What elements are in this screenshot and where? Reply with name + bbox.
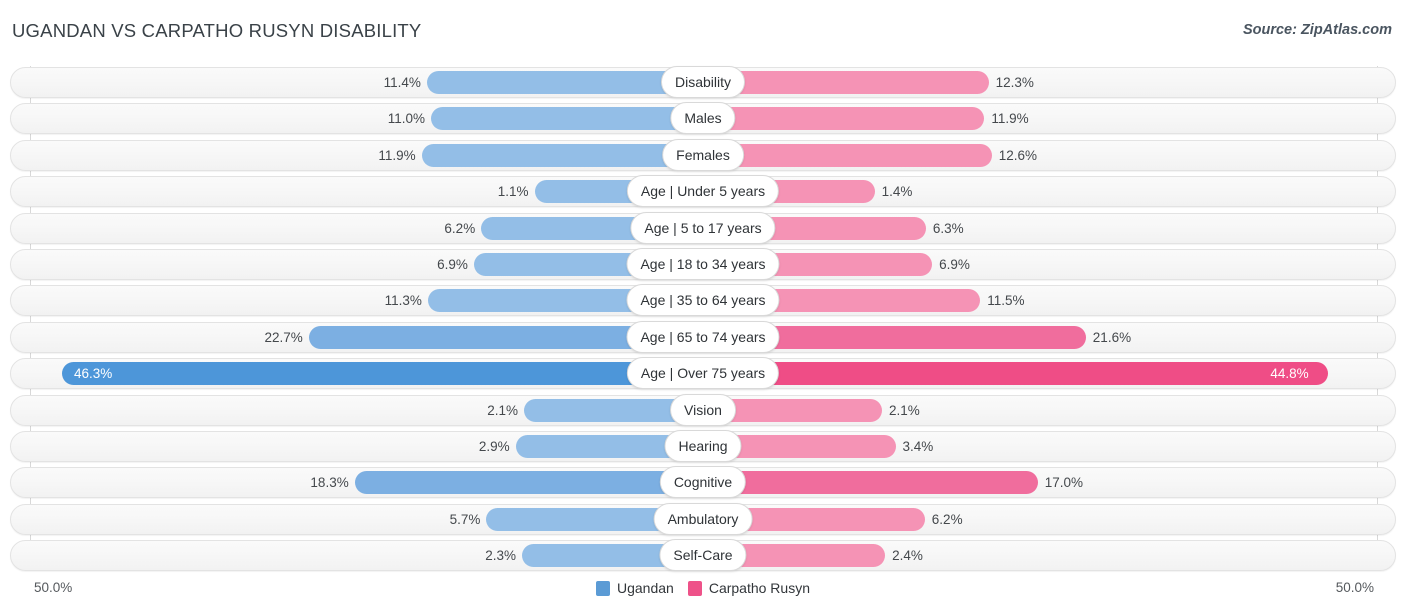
value-label-carpatho-rusyn: 1.4% (881, 184, 913, 200)
row-category-label: Disability (660, 66, 746, 98)
page-title: UGANDAN VS CARPATHO RUSYN DISABILITY (12, 20, 422, 41)
value-label-carpatho-rusyn: 44.8% (1270, 366, 1309, 382)
value-label-ugandan: 6.2% (444, 220, 476, 236)
value-label-ugandan: 2.3% (485, 548, 516, 564)
source-attribution: Source: ZipAtlas.com (1242, 22, 1392, 38)
chart-legend: Ugandan Carpatho Rusyn (0, 580, 1406, 596)
chart-row: 18.3% 17.0% Cognitive (0, 466, 1406, 502)
chart-row: 22.7% 21.6% Age | 65 to 74 years (0, 320, 1406, 357)
bar-carpatho-rusyn (703, 143, 992, 167)
chart-rows: 11.4% 12.3% Disability 11.0% 11.9% Males 11.9%… (0, 66, 1406, 575)
value-label-ugandan: 11.9% (378, 147, 416, 163)
value-label-carpatho-rusyn: 6.3% (932, 220, 964, 236)
row-category-label: Age | 18 to 34 years (626, 247, 780, 280)
row-category-label: Vision (670, 393, 736, 426)
row-category-label: Age | 35 to 64 years (626, 284, 780, 317)
legend-item[interactable]: Carpatho Rusyn (687, 580, 810, 596)
bar-ugandan (62, 362, 703, 386)
value-label-carpatho-rusyn: 6.2% (931, 511, 963, 527)
value-label-carpatho-rusyn: 17.0% (1044, 475, 1083, 491)
chart-row: 2.3% 2.4% Self-Care (0, 539, 1406, 575)
chart-row: 11.3% 11.5% Age | 35 to 64 years (0, 284, 1406, 320)
value-label-ugandan: 1.1% (497, 184, 529, 200)
bar-carpatho-rusyn (703, 471, 1038, 495)
chart-header: UGANDAN VS CARPATHO RUSYN DISABILITY Sou… (0, 0, 1406, 58)
chart-row: 11.0% 11.9% Males (0, 102, 1406, 138)
value-label-ugandan: 11.3% (384, 293, 422, 309)
value-label-ugandan: 46.3% (74, 366, 113, 382)
chart-row: 1.1% 1.4% Age | Under 5 years (0, 175, 1406, 211)
chart-row: 6.9% 6.9% Age | 18 to 34 years (0, 247, 1406, 284)
chart-row: 11.9% 12.6% Females (0, 138, 1406, 175)
value-label-ugandan: 2.9% (478, 438, 510, 454)
value-label-carpatho-rusyn: 2.4% (892, 548, 923, 564)
row-category-label: Females (662, 138, 744, 171)
value-label-ugandan: 5.7% (449, 511, 481, 527)
value-label-carpatho-rusyn: 2.1% (888, 402, 920, 418)
chart-row: 2.1% 2.1% Vision (0, 393, 1406, 430)
row-category-label: Age | Over 75 years (626, 357, 780, 390)
row-category-label: Self-Care (659, 539, 747, 572)
legend-item[interactable]: Ugandan (596, 580, 674, 596)
bar-ugandan (354, 471, 703, 495)
chart-row: 6.2% 6.3% Age | 5 to 17 years (0, 211, 1406, 248)
value-label-ugandan: 22.7% (264, 329, 303, 345)
bar-carpatho-rusyn (703, 71, 989, 94)
legend-label: Ugandan (617, 580, 674, 596)
chart-row: 2.9% 3.4% Hearing (0, 429, 1406, 466)
row-category-label: Age | 65 to 74 years (626, 320, 780, 353)
chart-row: 5.7% 6.2% Ambulatory (0, 502, 1406, 539)
value-label-ugandan: 11.4% (383, 75, 421, 90)
row-category-label: Cognitive (659, 466, 747, 499)
legend-swatch-icon (596, 580, 610, 596)
value-label-carpatho-rusyn: 11.5% (987, 293, 1025, 309)
value-label-carpatho-rusyn: 6.9% (939, 256, 970, 272)
value-label-ugandan: 18.3% (310, 475, 349, 491)
row-category-label: Age | Under 5 years (626, 175, 780, 208)
value-label-ugandan: 6.9% (437, 256, 468, 272)
chart-row: 11.4% 12.3% Disability (0, 66, 1406, 102)
bar-ugandan (431, 107, 703, 131)
chart-row: 46.3% 44.8% Age | Over 75 years (0, 357, 1406, 393)
value-label-ugandan: 11.0% (387, 111, 426, 127)
row-category-label: Males (670, 102, 736, 135)
value-label-carpatho-rusyn: 12.6% (998, 147, 1037, 163)
value-label-carpatho-rusyn: 3.4% (902, 438, 934, 454)
chart-plot-area: 11.4% 12.3% Disability 11.0% 11.9% Males 11.9%… (0, 58, 1406, 572)
value-label-carpatho-rusyn: 21.6% (1092, 329, 1132, 345)
chart-page: UGANDAN VS CARPATHO RUSYN DISABILITY Sou… (0, 0, 1406, 612)
bar-carpatho-rusyn (703, 362, 1329, 386)
value-label-carpatho-rusyn: 11.9% (991, 111, 1029, 127)
row-category-label: Hearing (664, 429, 742, 462)
bar-carpatho-rusyn (703, 107, 985, 131)
bar-ugandan (421, 143, 703, 167)
value-label-ugandan: 2.1% (487, 402, 519, 418)
legend-label: Carpatho Rusyn (708, 580, 810, 596)
chart-footer: 50.0% 50.0% Ugandan Carpatho Rusyn (0, 572, 1406, 612)
value-label-carpatho-rusyn: 12.3% (995, 75, 1034, 90)
row-category-label: Ambulatory (653, 502, 753, 535)
legend-swatch-icon (687, 580, 702, 596)
row-category-label: Age | 5 to 17 years (630, 211, 776, 244)
